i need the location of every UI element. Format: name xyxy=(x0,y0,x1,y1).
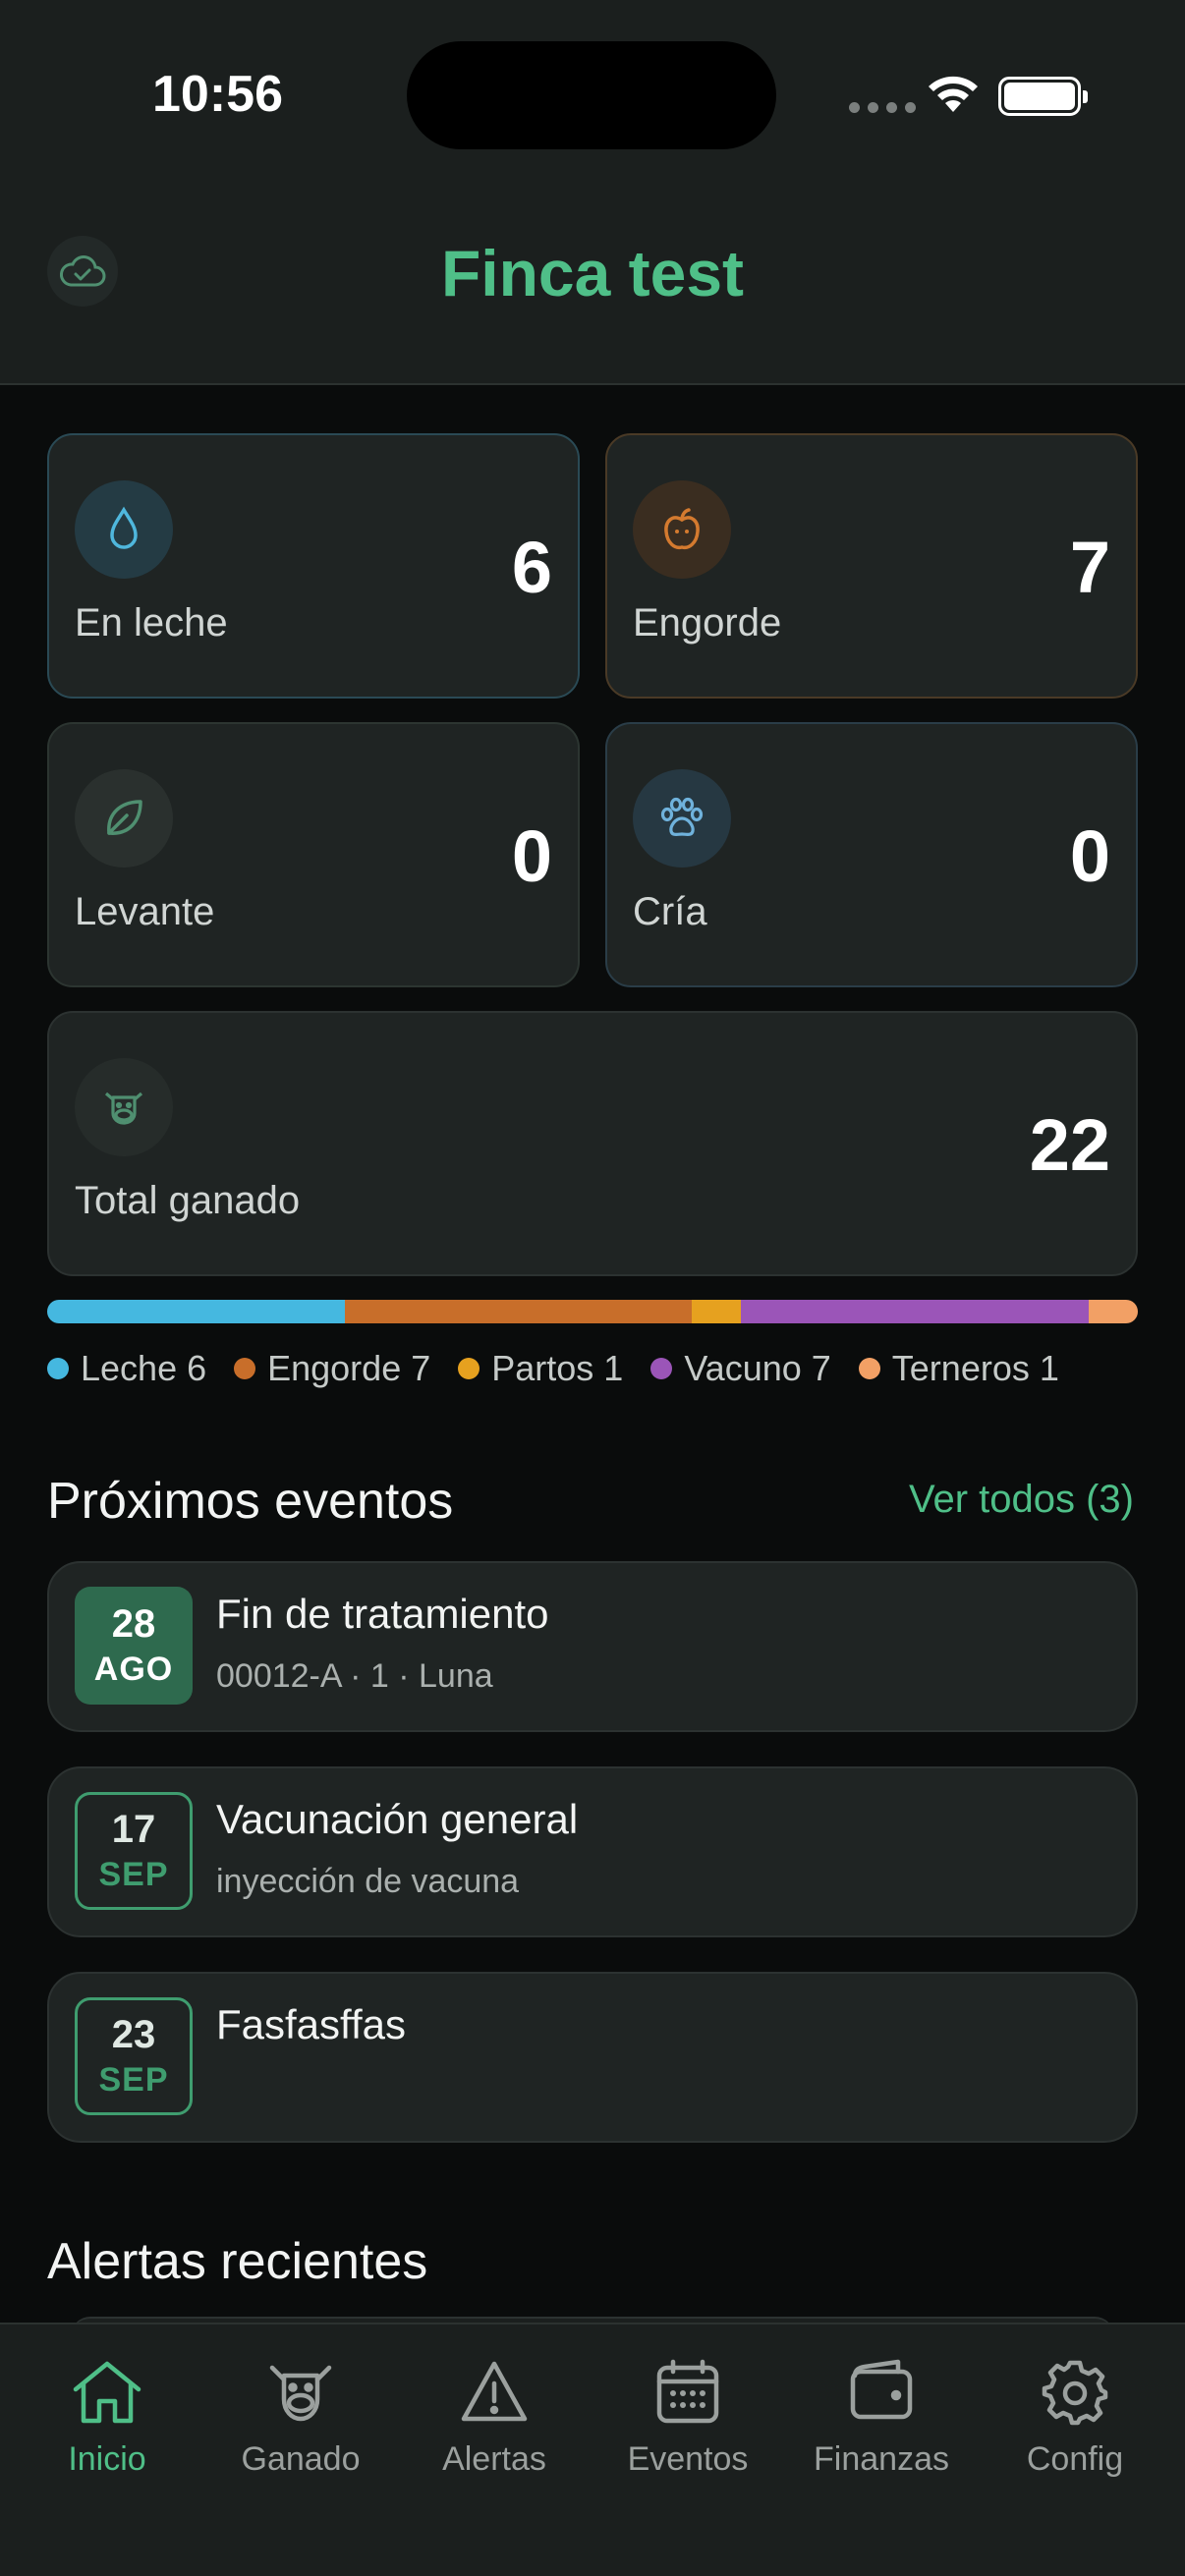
milk-stat-value: 6 xyxy=(511,527,552,608)
milk-stat-label: En leche xyxy=(75,601,228,644)
event-month: SEP xyxy=(98,2061,169,2099)
legend-item: Leche 6 xyxy=(47,1348,206,1389)
status-bar: 10:56 xyxy=(0,0,1185,187)
drop-icon xyxy=(75,480,173,579)
distribution-segment xyxy=(1088,1300,1138,1323)
cow-icon xyxy=(75,1058,173,1156)
calf-stat-label: Cría xyxy=(633,890,707,933)
distribution-segment xyxy=(344,1300,692,1323)
signal-icon xyxy=(849,102,916,113)
battery-icon xyxy=(998,77,1088,116)
distribution-legend: Leche 6 Engorde 7 Partos 1 Vacuno 7 Tern… xyxy=(47,1348,1059,1389)
dashboard-screen: 10:56 Finca test En leche 6 Engorde 7 Le… xyxy=(0,0,1185,2576)
legend-item: Vacuno 7 xyxy=(650,1348,831,1389)
tab-label: Ganado xyxy=(241,2440,361,2478)
event-subtitle: 00012-A · 1 · Luna xyxy=(216,1657,493,1695)
legend-dot xyxy=(234,1358,256,1379)
legend-label: Engorde 7 xyxy=(267,1348,431,1388)
raise-stat-card[interactable]: Levante 0 xyxy=(47,722,580,987)
events-section-title: Próximos eventos xyxy=(47,1473,454,1530)
tab-label: Inicio xyxy=(68,2440,146,2478)
distribution-segment xyxy=(47,1300,345,1323)
legend-dot xyxy=(858,1358,880,1379)
tab-alerts[interactable]: Alertas xyxy=(406,2358,583,2479)
event-day: 23 xyxy=(111,2013,156,2056)
legend-dot xyxy=(47,1358,69,1379)
legend-dot xyxy=(458,1358,480,1379)
distribution-segment xyxy=(741,1300,1089,1323)
event-date: 23 SEP xyxy=(75,1997,193,2115)
distribution-segment xyxy=(691,1300,742,1323)
calf-stat-card[interactable]: Cría 0 xyxy=(605,722,1138,987)
calendar-icon xyxy=(656,2359,719,2424)
legend-item: Engorde 7 xyxy=(234,1348,430,1389)
paw-icon xyxy=(633,769,731,868)
total-stat-value: 22 xyxy=(1029,1104,1110,1186)
tab-bar: Inicio Ganado Alertas Eventos Finanzas C… xyxy=(0,2323,1185,2576)
event-date: 17 SEP xyxy=(75,1792,193,1910)
tab-label: Config xyxy=(1026,2440,1124,2478)
event-day: 28 xyxy=(111,1602,156,1646)
event-item[interactable]: 17 SEP Vacunación general inyección de v… xyxy=(47,1766,1138,1937)
fatten-stat-card[interactable]: Engorde 7 xyxy=(605,433,1138,699)
raise-stat-label: Levante xyxy=(75,890,215,933)
event-day: 17 xyxy=(111,1808,156,1851)
event-title: Vacunación general xyxy=(216,1796,579,1842)
see-all-events-link[interactable]: Ver todos (3) xyxy=(909,1478,1134,1522)
tab-finances[interactable]: Finanzas xyxy=(793,2358,970,2479)
event-date: 28 AGO xyxy=(75,1587,193,1705)
dynamic-island xyxy=(407,41,776,149)
event-title: Fin de tratamiento xyxy=(216,1591,549,1637)
status-time: 10:56 xyxy=(152,66,283,123)
legend-label: Partos 1 xyxy=(491,1348,624,1388)
alerts-section-title: Alertas recientes xyxy=(47,2233,428,2290)
raise-stat-value: 0 xyxy=(511,815,552,897)
tab-home[interactable]: Inicio xyxy=(19,2358,196,2479)
wallet-icon xyxy=(850,2359,913,2420)
tab-settings[interactable]: Config xyxy=(987,2358,1163,2479)
herd-distribution-bar xyxy=(47,1300,1138,1323)
warning-icon xyxy=(461,2361,528,2422)
event-item[interactable]: 23 SEP Fasfasffas xyxy=(47,1972,1138,2143)
calf-stat-value: 0 xyxy=(1069,815,1110,897)
tab-events[interactable]: Eventos xyxy=(599,2358,776,2479)
home-icon xyxy=(73,2361,141,2424)
event-month: SEP xyxy=(98,1856,169,1893)
tab-label: Alertas xyxy=(442,2440,546,2478)
event-subtitle: inyección de vacuna xyxy=(216,1863,520,1900)
tab-label: Finanzas xyxy=(814,2440,949,2478)
tab-cattle[interactable]: Ganado xyxy=(212,2358,389,2479)
legend-item: Terneros 1 xyxy=(858,1348,1059,1389)
gear-icon xyxy=(1042,2360,1108,2426)
legend-dot xyxy=(650,1358,673,1379)
leaf-icon xyxy=(75,769,173,868)
cow-icon xyxy=(269,2365,332,2422)
fatten-stat-label: Engorde xyxy=(633,601,782,644)
legend-label: Terneros 1 xyxy=(891,1348,1059,1388)
farm-title: Finca test xyxy=(440,237,745,309)
legend-label: Leche 6 xyxy=(81,1348,207,1388)
event-month: AGO xyxy=(93,1651,174,1688)
milk-stat-card[interactable]: En leche 6 xyxy=(47,433,580,699)
apple-icon xyxy=(633,480,731,579)
event-title: Fasfasffas xyxy=(216,2001,406,2047)
tab-label: Eventos xyxy=(627,2440,749,2478)
legend-item: Partos 1 xyxy=(458,1348,623,1389)
fatten-stat-value: 7 xyxy=(1069,527,1110,608)
legend-label: Vacuno 7 xyxy=(684,1348,831,1388)
total-stat-label: Total ganado xyxy=(75,1179,301,1222)
total-stat-card[interactable]: Total ganado 22 xyxy=(47,1011,1138,1276)
app-header: Finca test xyxy=(0,187,1185,385)
wifi-icon xyxy=(929,76,978,112)
event-item[interactable]: 28 AGO Fin de tratamiento 00012-A · 1 · … xyxy=(47,1561,1138,1732)
